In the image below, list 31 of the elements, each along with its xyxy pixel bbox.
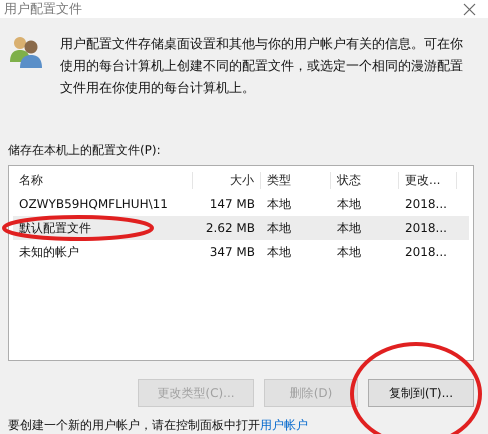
table-cell: 347 MB	[210, 245, 255, 259]
table-cell: 2018...	[405, 221, 447, 235]
action-button[interactable]: 复制到(T)...	[368, 379, 474, 407]
description-text: 用户配置文件存储桌面设置和其他与你的用户帐户有关的信息。可在你使用的每台计算机上创建不同的配置文件，或选定一个相同的漫游配置文件用在你使用的每台计算机上。	[60, 36, 464, 98]
user-accounts-link[interactable]: 用户帐户	[260, 418, 308, 432]
table-cell: 2.62 MB	[206, 221, 255, 235]
profile-row[interactable]: 未知的帐户 347 MB 本地 本地 2018...	[13, 240, 469, 264]
column-header[interactable]: 名称	[13, 172, 193, 188]
table-cell: 2018...	[405, 245, 447, 259]
table-cell: 本地	[267, 244, 291, 260]
close-icon[interactable]	[463, 2, 476, 16]
table-cell: OZWYB59HQMFLHUH\11	[19, 197, 168, 211]
profile-row[interactable]: 默认配置文件 2.62 MB 本地 本地 2018...	[13, 216, 469, 240]
window-title: 用户配置文件	[4, 1, 82, 18]
list-label: 储存在本机上的配置文件(P):	[8, 142, 162, 159]
table-cell: 本地	[337, 244, 361, 260]
table-cell: 147 MB	[210, 197, 255, 211]
table-cell: 本地	[267, 220, 291, 236]
users-icon	[8, 34, 44, 68]
table-cell: 默认配置文件	[19, 220, 91, 236]
column-header[interactable]: 状态	[331, 172, 399, 188]
column-header[interactable]: 大小	[193, 172, 261, 188]
table-cell: 本地	[337, 196, 361, 212]
column-header[interactable]: 类型	[261, 172, 331, 188]
table-cell: 2018...	[405, 197, 447, 211]
table-cell: 本地	[267, 196, 291, 212]
table-cell: 本地	[337, 220, 361, 236]
table-cell: 未知的帐户	[19, 244, 79, 260]
profile-row[interactable]: OZWYB59HQMFLHUH\11 147 MB 本地 本地 2018...	[13, 192, 469, 216]
column-header[interactable]: 更改...	[399, 172, 457, 188]
footer-text: 要创建一个新的用户帐户，请在控制面板中打开用户帐户	[8, 417, 309, 434]
